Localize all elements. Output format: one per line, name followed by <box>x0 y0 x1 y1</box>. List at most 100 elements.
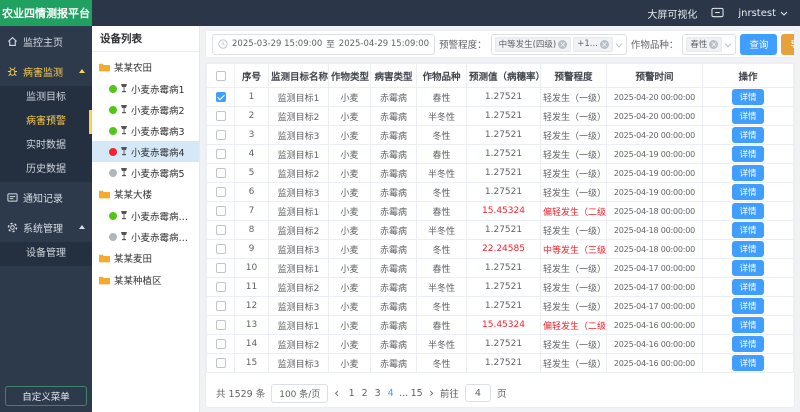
table-row: 1 监测目标1 小麦 赤霉病 春性 1.27521 轻发生（一级） 2025-04-20 00… <box>206 87 794 107</box>
page-button[interactable]: 4 <box>384 388 397 399</box>
tree-group[interactable]: 某某大楼 <box>92 183 199 205</box>
tree-group[interactable]: 某某种植区 <box>92 269 199 291</box>
tree-device-item[interactable]: 小麦赤霉病4 <box>92 141 199 162</box>
cell-value: 22.24585 <box>466 239 541 259</box>
tree-group[interactable]: 某某农田 <box>92 56 199 78</box>
sidebar-item-device-management[interactable]: 设备管理 <box>0 242 92 266</box>
row-checkbox[interactable] <box>215 110 226 121</box>
crop-variety-select[interactable]: 春性 × <box>682 33 737 55</box>
sidebar-submenu-system: 设备管理 <box>0 242 92 266</box>
detail-button[interactable]: 详情 <box>732 355 764 371</box>
prev-page-button[interactable]: ‹ <box>334 387 339 399</box>
warning-level-select[interactable]: 中等发生(四级) × +1... × <box>490 33 627 55</box>
cell-time: 2025-04-18 00:00:00 <box>606 201 703 221</box>
user-menu[interactable]: jnrstest <box>738 8 788 19</box>
row-checkbox[interactable] <box>215 243 226 254</box>
detail-button[interactable]: 详情 <box>732 317 764 333</box>
device-icon <box>121 232 127 241</box>
row-checkbox[interactable] <box>215 167 226 178</box>
page-button[interactable]: 3 <box>371 388 384 399</box>
row-checkbox[interactable] <box>215 300 226 311</box>
cell-disease: 赤霉病 <box>370 163 417 183</box>
detail-button[interactable]: 详情 <box>732 203 764 219</box>
tree-device-item[interactable]: 小麦赤霉病监... <box>92 226 199 247</box>
next-page-button[interactable]: › <box>429 387 434 399</box>
detail-button[interactable]: 详情 <box>732 222 764 238</box>
device-icon <box>121 168 127 177</box>
notification-icon <box>7 192 18 202</box>
tree-device-item[interactable]: 小麦赤霉病3 <box>92 120 199 141</box>
detail-button[interactable]: 详情 <box>732 127 764 143</box>
detail-button[interactable]: 详情 <box>732 260 764 276</box>
row-checkbox[interactable] <box>215 205 226 216</box>
detail-button[interactable]: 详情 <box>732 279 764 295</box>
tag-close-icon[interactable]: × <box>558 39 568 49</box>
tree-group[interactable]: 某某麦田 <box>92 247 199 269</box>
big-screen-link[interactable]: 大屏可视化 <box>647 6 697 21</box>
sidebar-item-disease-warning[interactable]: 病害预警 <box>0 110 92 134</box>
export-button[interactable]: 导出 <box>781 33 794 55</box>
custom-menu-button[interactable]: 自定义菜单 <box>5 386 87 406</box>
cell-no: 5 <box>234 163 269 183</box>
tree-group-label: 某某农田 <box>114 63 153 74</box>
cell-disease: 赤霉病 <box>370 220 417 240</box>
select-all-checkbox[interactable] <box>215 70 226 81</box>
row-checkbox[interactable] <box>215 319 226 330</box>
sidebar-item-monitoring-target[interactable]: 监测目标 <box>0 86 92 110</box>
cell-value: 1.27521 <box>466 277 541 297</box>
row-checkbox[interactable] <box>215 224 226 235</box>
page-size-select[interactable]: 100 条/页 <box>271 383 329 403</box>
detail-button[interactable]: 详情 <box>732 184 764 200</box>
detail-button[interactable]: 详情 <box>732 89 764 105</box>
pages-ellipsis[interactable]: ... <box>397 388 410 399</box>
sidebar-item-disease-monitoring[interactable]: 病害监测 <box>0 56 92 86</box>
row-checkbox[interactable] <box>215 338 226 349</box>
cell-time: 2025-04-16 00:00:00 <box>606 353 703 373</box>
cell-variety: 冬性 <box>416 353 467 373</box>
page-button[interactable]: 15 <box>410 388 423 399</box>
col-header-variety: 作物品种 <box>416 63 467 88</box>
query-button[interactable]: 查询 <box>740 33 778 55</box>
data-table-card: 序号 监测目标名称 作物类型 病害类型 作物品种 预测值（病穗率） 预警程度 预… <box>205 62 795 408</box>
table-row: 12 监测目标3 小麦 赤霉病 冬性 1.27521 轻发生（一级） 2025-04-17 0… <box>206 296 794 316</box>
cell-variety: 半冬性 <box>416 220 467 240</box>
row-checkbox[interactable] <box>215 129 226 140</box>
tree-device-item[interactable]: 小麦赤霉病5 <box>92 162 199 183</box>
cell-name: 监测目标3 <box>268 296 329 316</box>
detail-button[interactable]: 详情 <box>732 165 764 181</box>
tree-device-item[interactable]: 小麦赤霉病监... <box>92 205 199 226</box>
tree-device-item[interactable]: 小麦赤霉病2 <box>92 99 199 120</box>
page-button[interactable]: 1 <box>345 388 358 399</box>
date-range-picker[interactable]: 2025-03-29 15:09:00 至 2025-04-29 15:09:0… <box>212 33 436 55</box>
tree-device-item[interactable]: 小麦赤霉病1 <box>92 78 199 99</box>
goto-page-input[interactable] <box>464 384 491 402</box>
row-checkbox[interactable] <box>215 91 226 102</box>
chevron-up-icon <box>79 225 85 229</box>
message-icon[interactable] <box>711 7 724 19</box>
sidebar-item-history-data[interactable]: 历史数据 <box>0 158 92 182</box>
page-button[interactable]: 2 <box>358 388 371 399</box>
folder-icon <box>99 63 110 71</box>
row-checkbox[interactable] <box>215 186 226 197</box>
detail-button[interactable]: 详情 <box>732 108 764 124</box>
cell-no: 13 <box>234 315 269 335</box>
sidebar-item-home[interactable]: 监控主页 <box>0 26 92 56</box>
sidebar-item-realtime-data[interactable]: 实时数据 <box>0 134 92 158</box>
row-checkbox[interactable] <box>215 148 226 159</box>
cell-name: 监测目标1 <box>268 144 329 164</box>
cell-variety: 半冬性 <box>416 163 467 183</box>
sidebar-item-notification-records[interactable]: 通知记录 <box>0 182 92 212</box>
row-checkbox[interactable] <box>215 281 226 292</box>
cell-crop: 小麦 <box>328 182 371 202</box>
detail-button[interactable]: 详情 <box>732 146 764 162</box>
row-checkbox[interactable] <box>215 262 226 273</box>
detail-button[interactable]: 详情 <box>732 241 764 257</box>
tag-close-icon[interactable]: × <box>709 39 719 49</box>
status-dot-icon <box>109 126 117 135</box>
detail-button[interactable]: 详情 <box>732 298 764 314</box>
detail-button[interactable]: 详情 <box>732 336 764 352</box>
sidebar-item-system-management[interactable]: 系统管理 <box>0 212 92 242</box>
tag-close-icon[interactable]: × <box>599 39 609 49</box>
row-checkbox[interactable] <box>215 357 226 368</box>
cell-no: 2 <box>234 106 269 126</box>
